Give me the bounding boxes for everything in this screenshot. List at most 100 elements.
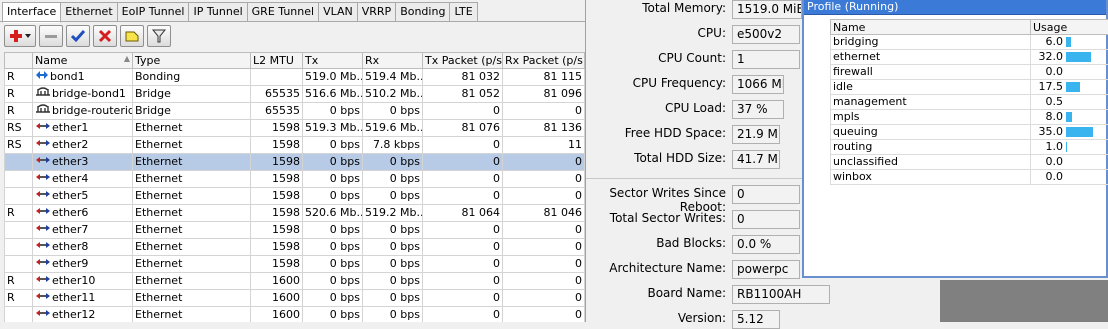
profile-row[interactable]: winbox0.0 — [831, 170, 1108, 185]
profile-usage-cell: 35.0 — [1031, 125, 1108, 140]
column-header-usage[interactable]: Usage — [1031, 20, 1108, 35]
row-flag — [5, 154, 33, 171]
table-row[interactable]: RSether1Ethernet1598519.3 Mb...519.6 Mb.… — [5, 120, 585, 137]
table-row[interactable]: Rether11Ethernet16000 bps0 bps00 — [5, 290, 585, 307]
sort-ascending-icon: ▲ — [124, 54, 130, 63]
row-flag: RS — [5, 137, 33, 154]
interface-name-cell: ether8 — [33, 239, 133, 256]
interface-type: Ethernet — [133, 205, 251, 222]
column-header-flag[interactable] — [5, 53, 33, 69]
table-row[interactable]: ether9Ethernet15980 bps0 bps00 — [5, 256, 585, 273]
table-row[interactable]: ether7Ethernet15980 bps0 bps00 — [5, 222, 585, 239]
table-row[interactable]: Rbridge-routeridBridge655350 bps0 bps00 — [5, 103, 585, 120]
profile-row[interactable]: queuing35.0 — [831, 125, 1108, 140]
tab-ethernet[interactable]: Ethernet — [61, 2, 117, 22]
table-row[interactable]: ether5Ethernet15980 bps0 bps00 — [5, 188, 585, 205]
column-header-rx-packet[interactable]: Rx Packet (p/s) — [503, 53, 585, 69]
profile-name: queuing — [831, 125, 1031, 140]
profile-row[interactable]: routing1.0 — [831, 140, 1108, 155]
interface-rx: 0 bps — [363, 222, 423, 239]
filter-button[interactable] — [147, 25, 171, 47]
profile-row[interactable]: management0.5 — [831, 95, 1108, 110]
profile-name: management — [831, 95, 1031, 110]
profile-row[interactable]: ethernet32.0 — [831, 50, 1108, 65]
interface-rx-packet: 81 096 — [503, 86, 585, 103]
column-header-type[interactable]: Type — [133, 53, 251, 69]
column-header-name[interactable]: Name ▲ — [33, 53, 133, 69]
toolbar — [4, 25, 171, 49]
interface-type: Ethernet — [133, 120, 251, 137]
profile-name: mpls — [831, 110, 1031, 125]
interface-name-wrap: bond1 — [35, 69, 130, 85]
interface-tx: 0 bps — [303, 103, 363, 120]
interface-name-cell: ether5 — [33, 188, 133, 205]
interface-tx-packet: 0 — [423, 256, 503, 273]
table-row[interactable]: Rether10Ethernet16000 bps0 bps00 — [5, 273, 585, 290]
tab-vlan[interactable]: VLAN — [319, 2, 358, 22]
table-row[interactable]: ether4Ethernet15980 bps0 bps00 — [5, 171, 585, 188]
column-header-tx-packet[interactable]: Tx Packet (p/s) — [423, 53, 503, 69]
profile-usage-cell: 1.0 — [1031, 140, 1108, 155]
table-row[interactable]: RSether2Ethernet15980 bps7.8 kbps011 — [5, 137, 585, 154]
interface-table: Name ▲ Type L2 MTU Tx Rx Tx Packet (p/s)… — [4, 52, 585, 322]
interface-name-cell: ether1 — [33, 120, 133, 137]
ethernet-icon — [35, 205, 51, 221]
profile-window[interactable]: Profile (Running) Name Usage bridging6.0… — [802, 0, 1108, 278]
interface-l2mtu: 65535 — [251, 103, 303, 120]
resource-label: Total Sector Writes: — [586, 211, 726, 225]
profile-usage-wrap: 8.0 — [1033, 110, 1108, 124]
table-row[interactable]: ether8Ethernet15980 bps0 bps00 — [5, 239, 585, 256]
interface-tx: 0 bps — [303, 188, 363, 205]
tab-lte[interactable]: LTE — [450, 2, 477, 22]
tab-eoip-tunnel[interactable]: EoIP Tunnel — [118, 2, 190, 22]
enable-button[interactable] — [66, 25, 90, 47]
column-header-l2mtu[interactable]: L2 MTU — [251, 53, 303, 69]
interface-l2mtu: 1598 — [251, 256, 303, 273]
comment-button[interactable] — [120, 25, 144, 47]
interface-tx-packet: 0 — [423, 154, 503, 171]
row-flag: R — [5, 273, 33, 290]
tab-gre-tunnel[interactable]: GRE Tunnel — [248, 2, 319, 22]
table-row[interactable]: Rbond1Bonding519.0 Mb...519.4 Mb...81 03… — [5, 69, 585, 86]
profile-usage-wrap: 0.0 — [1033, 65, 1108, 79]
profile-usage-value: 1.0 — [1033, 140, 1063, 154]
interface-rx: 0 bps — [363, 307, 423, 323]
tab-bonding[interactable]: Bonding — [396, 2, 450, 22]
profile-row[interactable]: mpls8.0 — [831, 110, 1108, 125]
table-row[interactable]: Rether6Ethernet1598520.6 Mb...519.2 Mb..… — [5, 205, 585, 222]
row-flag — [5, 222, 33, 239]
interface-l2mtu: 1600 — [251, 290, 303, 307]
ethernet-icon — [35, 171, 51, 187]
column-header-tx[interactable]: Tx — [303, 53, 363, 69]
interface-name-wrap: ether7 — [35, 222, 130, 238]
interface-name-cell: bridge-routerid — [33, 103, 133, 120]
table-row[interactable]: Rbridge-bond1Bridge65535516.6 Mb...510.2… — [5, 86, 585, 103]
profile-usage-wrap: 17.5 — [1033, 80, 1108, 94]
tab-ip-tunnel[interactable]: IP Tunnel — [189, 2, 247, 22]
interface-name: ether12 — [52, 308, 95, 322]
ethernet-icon — [35, 188, 51, 204]
profile-row[interactable]: firewall0.0 — [831, 65, 1108, 80]
tab-vrrp[interactable]: VRRP — [358, 2, 396, 22]
column-header-profile-name[interactable]: Name — [831, 20, 1031, 35]
table-row[interactable]: ether3Ethernet15980 bps0 bps00 — [5, 154, 585, 171]
add-button[interactable] — [4, 25, 36, 47]
ethernet-icon — [35, 154, 51, 170]
interface-type: Bonding — [133, 69, 251, 86]
tab-interface[interactable]: Interface — [2, 2, 61, 23]
profile-row[interactable]: idle17.5 — [831, 80, 1108, 95]
interface-name-cell: ether9 — [33, 256, 133, 273]
resource-value: 5.12 — [732, 310, 780, 329]
table-row[interactable]: ether12Ethernet16000 bps0 bps00 — [5, 307, 585, 323]
profile-usage-cell: 0.0 — [1031, 170, 1108, 185]
profile-row[interactable]: bridging6.0 — [831, 35, 1108, 50]
profile-usage-value: 0.0 — [1033, 65, 1063, 79]
interface-rx: 0 bps — [363, 188, 423, 205]
interface-tx-packet: 0 — [423, 307, 503, 323]
tab-divider — [0, 21, 586, 22]
profile-title-bar[interactable]: Profile (Running) — [804, 0, 1106, 15]
profile-row[interactable]: unclassified0.0 — [831, 155, 1108, 170]
disable-button[interactable] — [93, 25, 117, 47]
remove-button[interactable] — [39, 25, 63, 47]
column-header-rx[interactable]: Rx — [363, 53, 423, 69]
